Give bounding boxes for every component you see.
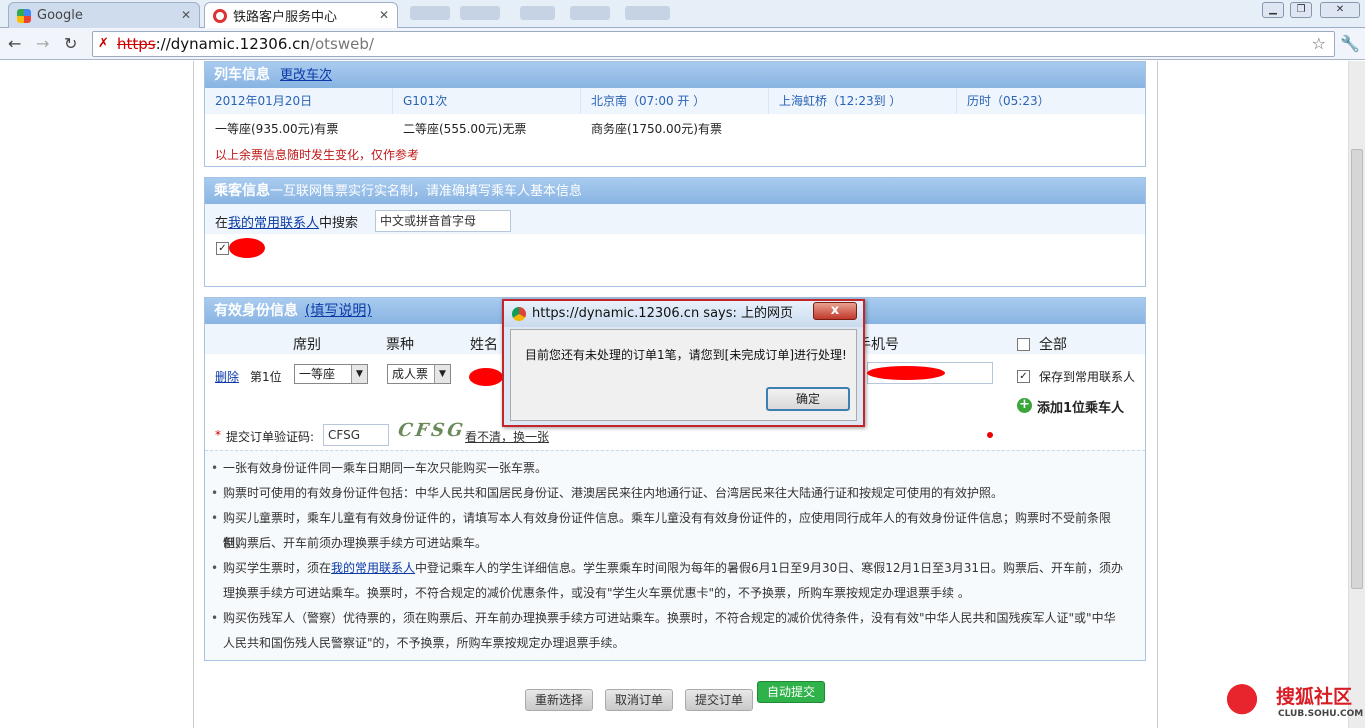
forward-icon[interactable]: → [36, 34, 49, 53]
address-bar[interactable]: ✗ https://dynamic.12306.cn/otsweb/ ☆ [92, 31, 1335, 57]
back-icon[interactable]: ← [8, 34, 21, 53]
contact-search-label: 在我的常用联系人中搜索 [215, 216, 359, 231]
col-ticket: 票种 [386, 337, 414, 353]
save-contact-label: 保存到常用联系人 [1039, 370, 1136, 384]
contacts-link[interactable]: 我的常用联系人 [228, 216, 319, 231]
help-link[interactable]: (填写说明) [305, 303, 372, 319]
sohu-brand: 搜狐社区 [1276, 686, 1353, 708]
close-tab-icon[interactable]: ✕ [379, 8, 389, 22]
submit-order-button[interactable]: 提交订单 [685, 689, 753, 711]
maximize-icon[interactable]: ❐ [1290, 2, 1312, 18]
scrollbar-thumb[interactable] [1351, 149, 1363, 589]
note-item: 购票时可使用的有效身份证件包括：中华人民共和国居民身份证、港澳居民来往内地通行证… [211, 481, 1133, 506]
panel-header: 乘客信息一互联网售票实行实名制，请准确填写乘车人基本信息 [205, 178, 1145, 204]
tab-label: Google [37, 8, 83, 23]
blurred-tab [410, 6, 450, 20]
availability-notice: 以上余票信息随时发生变化，仅作参考 [215, 148, 420, 162]
passenger-checkbox[interactable]: ✓ [216, 242, 229, 255]
browser-toolbar: ← → ↻ ✗ https://dynamic.12306.cn/otsweb/… [0, 28, 1365, 60]
train-info-panel: 列车信息 更改车次 2012年01月20日 G101次 北京南（07:00 开 ）… [204, 61, 1146, 167]
ok-button[interactable]: 确定 [766, 387, 850, 411]
plus-circle-icon: + [1017, 398, 1032, 413]
note-continuation: 理换票手续方可进站乘车。换票时，不符合规定的减价优惠条件，或没有"学生火车票优惠… [223, 586, 970, 600]
seat-availability: 商务座(1750.00元)有票 [591, 122, 722, 136]
note-continuation: 但购票后、开车前须办理换票手续方可进站乘车。 [223, 536, 488, 550]
google-icon [17, 8, 31, 23]
seat-availability: 二等座(555.00元)无票 [403, 122, 527, 136]
redacted-phone [867, 366, 945, 380]
col-seat: 席别 [293, 337, 321, 353]
col-name: 姓名 [470, 337, 498, 353]
auto-submit-button[interactable]: 自动提交 [757, 681, 825, 703]
sohu-watermark: 搜狐社区 CLUB.SOHU.COM [1218, 682, 1363, 726]
blurred-tab [625, 6, 670, 20]
dialog-title: https://dynamic.12306.cn says: 上的网页 [504, 301, 863, 327]
tab-google[interactable]: Google ✕ [8, 2, 200, 28]
bookmark-star-icon[interactable]: ☆ [1312, 34, 1326, 53]
train-number: G101次 [393, 88, 581, 114]
blurred-tab [520, 6, 555, 20]
redacted-name [229, 238, 265, 258]
blurred-tab [570, 6, 610, 20]
delete-link[interactable]: 删除 [215, 368, 239, 385]
wrench-icon[interactable]: 🔧 [1340, 34, 1360, 53]
captcha-label: 提交订单验证码: [226, 430, 315, 444]
tab-label: 铁路客户服务中心 [233, 10, 338, 25]
chevron-down-icon: ▼ [434, 365, 450, 383]
note-item: 一张有效身份证件同一乘车日期同一车次只能购买一张车票。 [211, 456, 1133, 481]
dialog-body: 目前您还有未处理的订单1笔，请您到[未完成订单]进行处理! 确定 [510, 329, 857, 421]
passenger-panel: 乘客信息一互联网售票实行实名制，请准确填写乘车人基本信息 在我的常用联系人中搜索… [204, 177, 1146, 287]
sohu-domain: CLUB.SOHU.COM [1278, 709, 1364, 719]
required-asterisk: * [215, 428, 221, 442]
note-continuation: 人民共和国伤残人民警察证"的，不予换票，所购车票按规定办理退票手续。 [223, 636, 625, 650]
dialog-message: 目前您还有未处理的订单1笔，请您到[未完成订单]进行处理! [525, 348, 847, 362]
red-dot [987, 432, 993, 438]
captcha-image[interactable]: CFSG [396, 420, 467, 444]
tab-12306[interactable]: 铁路客户服务中心 ✕ [204, 2, 398, 28]
train-from: 北京南（07:00 开 ） [581, 88, 769, 114]
window-close-icon[interactable]: ✕ [1320, 2, 1360, 18]
dialog-close-button[interactable]: x [813, 302, 857, 320]
contact-search-input[interactable]: 中文或拼音首字母 [375, 210, 511, 232]
cancel-order-button[interactable]: 取消订单 [605, 689, 673, 711]
fox-logo-icon [1218, 684, 1258, 722]
select-all-label: 全部 [1039, 337, 1067, 353]
train-to: 上海虹桥（12:23到 ） [769, 88, 957, 114]
scrollbar[interactable] [1348, 61, 1365, 728]
12306-logo-icon [213, 8, 227, 23]
chevron-down-icon: ▼ [351, 365, 367, 383]
seat-availability: 一等座(935.00元)有票 [215, 122, 339, 136]
note-item: 购买伤残军人（警察）优待票的，须在购票后、开车前办理换票手续方可进站乘车。换票时… [211, 606, 1133, 631]
close-tab-icon[interactable]: ✕ [181, 8, 191, 22]
reload-icon[interactable]: ↻ [64, 34, 77, 53]
seat-select[interactable]: 一等座 ▼ [294, 364, 368, 384]
train-date: 2012年01月20日 [205, 88, 393, 114]
note-item: 购买学生票时，须在我的常用联系人中登记乘车人的学生详细信息。学生票乘车时间限为每… [211, 556, 1133, 581]
change-train-link[interactable]: 更改车次 [280, 68, 332, 83]
captcha-refresh-link[interactable]: 看不清，换一张 [465, 428, 549, 445]
url-text: https://dynamic.12306.cn/otsweb/ [117, 35, 374, 53]
panel-header: 列车信息 更改车次 [205, 62, 1145, 88]
redacted-name [469, 368, 503, 386]
reselect-button[interactable]: 重新选择 [525, 689, 593, 711]
contacts-link[interactable]: 我的常用联系人 [331, 561, 415, 575]
save-contact-checkbox[interactable]: ✓ [1017, 370, 1030, 383]
captcha-input[interactable]: CFSG [323, 424, 389, 446]
ticket-type-select[interactable]: 成人票 ▼ [387, 364, 451, 384]
insecure-lock-icon: ✗ [98, 36, 109, 51]
blurred-tab [460, 6, 500, 20]
select-all-checkbox[interactable] [1017, 338, 1030, 351]
tab-bar: Google ✕ 铁路客户服务中心 ✕ ▁ ❐ ✕ [0, 0, 1365, 28]
minimize-icon[interactable]: ▁ [1262, 2, 1284, 18]
alert-dialog: https://dynamic.12306.cn says: 上的网页 x 目前… [502, 299, 865, 427]
passenger-position: 第1位 [250, 370, 282, 384]
chrome-icon [512, 307, 526, 321]
train-duration: 历时（05:23） [957, 88, 1145, 114]
add-passenger-link[interactable]: 添加1位乘车人 [1037, 397, 1124, 416]
